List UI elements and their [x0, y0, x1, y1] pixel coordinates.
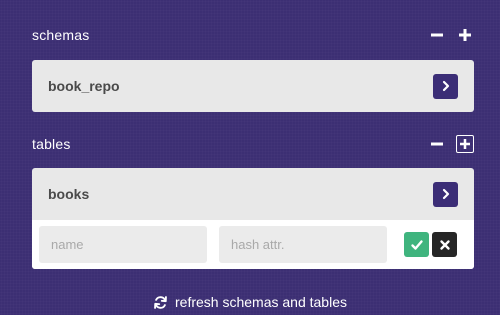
close-icon: [439, 239, 450, 250]
open-schema-button[interactable]: [433, 73, 458, 99]
tables-list: books: [32, 168, 474, 269]
collapse-schemas-button[interactable]: [428, 26, 446, 44]
table-name-input[interactable]: [39, 226, 207, 263]
new-table-form: [32, 220, 474, 269]
schemas-list: book_repo: [32, 60, 474, 112]
plus-icon: [460, 139, 470, 149]
plus-icon: [459, 29, 471, 41]
schemas-actions: [428, 26, 474, 44]
table-row[interactable]: books: [32, 168, 474, 220]
refresh-button[interactable]: refresh schemas and tables: [0, 290, 500, 314]
table-label: books: [48, 186, 90, 202]
schemas-title: schemas: [32, 27, 90, 43]
refresh-label: refresh schemas and tables: [175, 294, 347, 310]
minus-icon: [431, 33, 443, 37]
cancel-table-button[interactable]: [432, 232, 457, 257]
hash-attribute-input[interactable]: [219, 226, 387, 263]
checkmark-icon: [410, 239, 423, 250]
open-table-button[interactable]: [433, 181, 458, 207]
tables-title: tables: [32, 136, 71, 152]
tables-header: tables: [32, 132, 474, 156]
chevron-right-icon: [442, 188, 449, 200]
schema-label: book_repo: [48, 78, 120, 94]
confirm-table-button[interactable]: [404, 232, 429, 257]
add-schema-button[interactable]: [456, 26, 474, 44]
schemas-header: schemas: [32, 23, 474, 47]
refresh-icon: [154, 295, 167, 309]
minus-icon: [431, 142, 443, 146]
collapse-tables-button[interactable]: [428, 135, 446, 153]
schema-row[interactable]: book_repo: [32, 60, 474, 112]
chevron-right-icon: [442, 80, 449, 92]
add-table-button[interactable]: [456, 135, 474, 153]
tables-actions: [428, 135, 474, 153]
